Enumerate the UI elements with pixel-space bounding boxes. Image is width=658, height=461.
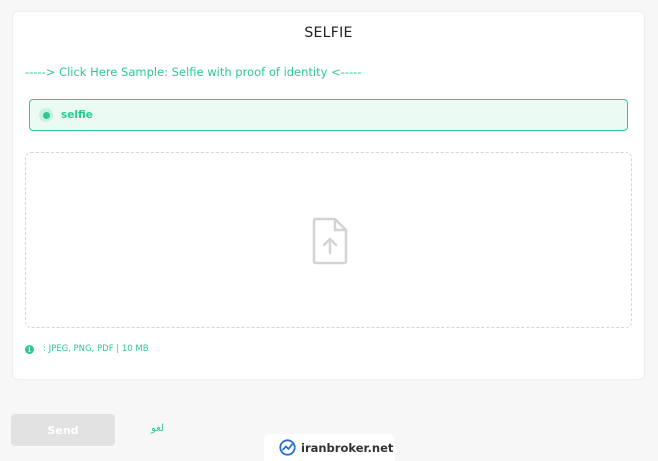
upload-card: SELFIE -----> Click Here Sample: Selfie … (12, 11, 645, 380)
iranbroker-logo (279, 439, 296, 456)
cancel-link[interactable]: لغو (151, 423, 164, 434)
page-title: SELFIE (304, 25, 353, 41)
watermark: iranbroker.net (264, 434, 395, 461)
radio-selected-icon[interactable] (39, 108, 53, 122)
send-button[interactable]: Send (11, 414, 115, 446)
info-icon: i (25, 344, 34, 354)
document-type-option[interactable]: selfie (29, 99, 628, 131)
file-upload-icon (312, 217, 348, 265)
watermark-text: iranbroker.net (301, 440, 394, 455)
formats-text: : JPEG, PNG, PDF | 10 MB (43, 344, 149, 354)
sample-link[interactable]: -----> Click Here Sample: Selfie with pr… (25, 65, 361, 79)
option-label: selfie (61, 109, 93, 121)
file-format-hint: i : JPEG, PNG, PDF | 10 MB (25, 344, 149, 354)
file-dropzone[interactable] (25, 152, 632, 328)
